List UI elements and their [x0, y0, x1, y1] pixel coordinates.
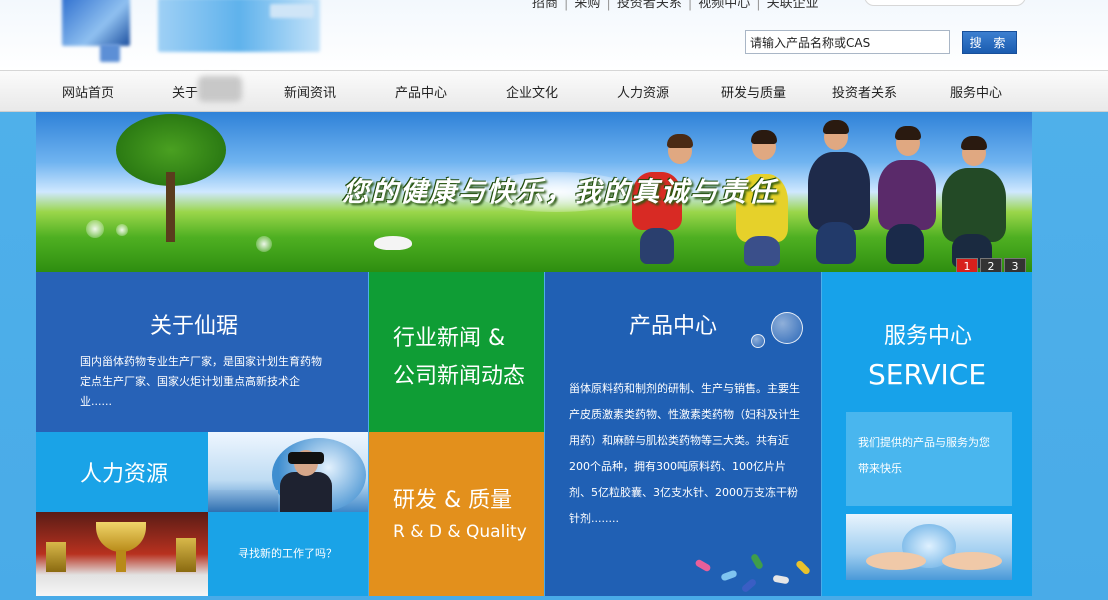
- child-legs: [640, 228, 674, 264]
- hero-banner[interactable]: 您的健康与快乐，我的真诚与责任 1 2 3: [36, 112, 1032, 272]
- tile-about[interactable]: 关于仙琚 国内甾体药物专业生产厂家，是国家计划生育药物定点生产厂家、国家火炬计划…: [36, 272, 368, 432]
- dove-image: [374, 236, 412, 250]
- tile-products[interactable]: 产品中心 甾体原料药和制剂的研制、生产与销售。主要生产皮质激素类药物、性激素类药…: [545, 272, 821, 596]
- child-hair: [823, 120, 849, 134]
- tile-hr-title: 人力资源: [80, 462, 169, 487]
- tile-news-title-line1: 行业新闻 &: [393, 326, 506, 351]
- nav-about[interactable]: 关于: [172, 82, 198, 101]
- top-link-procurement[interactable]: 采购: [574, 0, 600, 11]
- pill-decoration: [720, 569, 738, 582]
- tile-hr[interactable]: 人力资源: [36, 432, 208, 512]
- pill-decoration: [794, 559, 812, 576]
- slide-indicators: 1 2 3: [956, 258, 1026, 272]
- child-legs: [886, 224, 924, 264]
- pill-decoration: [749, 552, 765, 571]
- nav-service[interactable]: 服务中心: [950, 82, 1002, 101]
- tile-rd-quality[interactable]: 研发 & 质量 R & D & Quality: [369, 432, 544, 596]
- slide-dot-2[interactable]: 2: [980, 258, 1002, 272]
- tile-news-title-line2: 公司新闻动态: [393, 364, 526, 389]
- slide-dot-3[interactable]: 3: [1004, 258, 1026, 272]
- nav-rd-quality[interactable]: 研发与质量: [721, 82, 786, 101]
- child-figure: [878, 160, 936, 230]
- top-link-video[interactable]: 视频中心: [698, 0, 750, 11]
- child-hair: [961, 136, 987, 150]
- logo-wordmark-tail: [270, 4, 314, 18]
- top-link-investor[interactable]: 投资者关系: [617, 0, 682, 11]
- top-link-separator: |: [564, 0, 569, 11]
- tile-news[interactable]: 行业新闻 & 公司新闻动态: [369, 272, 544, 432]
- bubble-icon: [751, 334, 765, 348]
- tile-about-title: 关于仙琚: [150, 314, 239, 339]
- dandelion: [116, 224, 128, 236]
- child-figure: [942, 168, 1006, 242]
- tree-trunk: [166, 172, 175, 242]
- tile-service-text: 我们提供的产品与服务为您带来快乐: [858, 436, 990, 475]
- bubble-icon: [771, 312, 803, 344]
- tile-service[interactable]: 服务中心 SERVICE 我们提供的产品与服务为您带来快乐: [822, 272, 1032, 596]
- trophy-small: [176, 538, 196, 572]
- trophy-small: [46, 542, 66, 572]
- slide-dot-1[interactable]: 1: [956, 258, 978, 272]
- nav-culture[interactable]: 企业文化: [506, 82, 558, 101]
- main-nav: 网站首页 关于 新闻资讯 产品中心 企业文化 人力资源 研发与质量 投资者关系 …: [0, 70, 1108, 112]
- tile-products-title: 产品中心: [629, 314, 718, 339]
- child-figure: [808, 152, 870, 230]
- child-hair: [667, 134, 693, 148]
- child-hair: [895, 126, 921, 140]
- binoculars-man-image: [208, 432, 368, 512]
- search-input[interactable]: [745, 30, 950, 54]
- pill-decoration: [694, 558, 712, 573]
- dandelion: [86, 220, 104, 238]
- child-hair: [751, 130, 777, 144]
- top-pill-input[interactable]: [864, 0, 1026, 6]
- hand-image: [866, 552, 926, 570]
- logo-mark[interactable]: [62, 0, 130, 46]
- top-link-separator: |: [687, 0, 693, 11]
- nav-news[interactable]: 新闻资讯: [284, 82, 336, 101]
- banner-slogan: 您的健康与快乐，我的真诚与责任: [342, 177, 777, 208]
- trophy-cup: [96, 522, 146, 552]
- nav-home[interactable]: 网站首页: [62, 82, 114, 101]
- tile-rd-subtitle: R & D & Quality: [393, 522, 527, 542]
- search-button[interactable]: 搜 索: [962, 31, 1017, 54]
- top-links: 招商 | 采购 | 投资者关系 | 视频中心 | 关联企业: [532, 0, 819, 11]
- tile-rd-title: 研发 & 质量: [393, 488, 513, 513]
- tile-jobs-text: 寻找新的工作了吗？: [238, 547, 337, 560]
- man-body: [280, 472, 332, 512]
- nav-hr[interactable]: 人力资源: [617, 82, 669, 101]
- child-legs: [816, 222, 856, 264]
- tile-service-title: 服务中心: [884, 324, 973, 349]
- pill-decoration: [740, 577, 758, 594]
- top-link-separator: |: [756, 0, 761, 11]
- top-link-separator: |: [606, 0, 611, 11]
- binoculars-icon: [288, 452, 324, 464]
- tile-about-text: 国内甾体药物专业生产厂家，是国家计划生育药物定点生产厂家、国家火炬计划重点高新技…: [80, 355, 322, 408]
- tile-service-subtitle: SERVICE: [868, 358, 987, 391]
- nav-products[interactable]: 产品中心: [395, 82, 447, 101]
- dandelion: [256, 236, 272, 252]
- hand-image: [942, 552, 1002, 570]
- trophy-image: [36, 512, 208, 596]
- top-link-investment[interactable]: 招商: [532, 0, 558, 11]
- sea-image: [208, 490, 278, 512]
- service-hands-globe-image: [846, 514, 1012, 580]
- service-text-box: 我们提供的产品与服务为您带来快乐: [846, 412, 1012, 506]
- logo-mark-accent: [100, 44, 120, 62]
- nav-investor[interactable]: 投资者关系: [832, 82, 897, 101]
- top-link-affiliates[interactable]: 关联企业: [767, 0, 819, 11]
- tile-products-text: 甾体原料药和制剂的研制、生产与销售。主要生产皮质激素类药物、性激素类药物（妇科及…: [569, 382, 800, 525]
- child-legs: [744, 236, 780, 266]
- trophy-stem: [116, 550, 126, 572]
- pill-decoration: [772, 574, 790, 585]
- tile-jobs[interactable]: 寻找新的工作了吗？: [208, 512, 368, 596]
- nav-redacted-text: [198, 76, 242, 102]
